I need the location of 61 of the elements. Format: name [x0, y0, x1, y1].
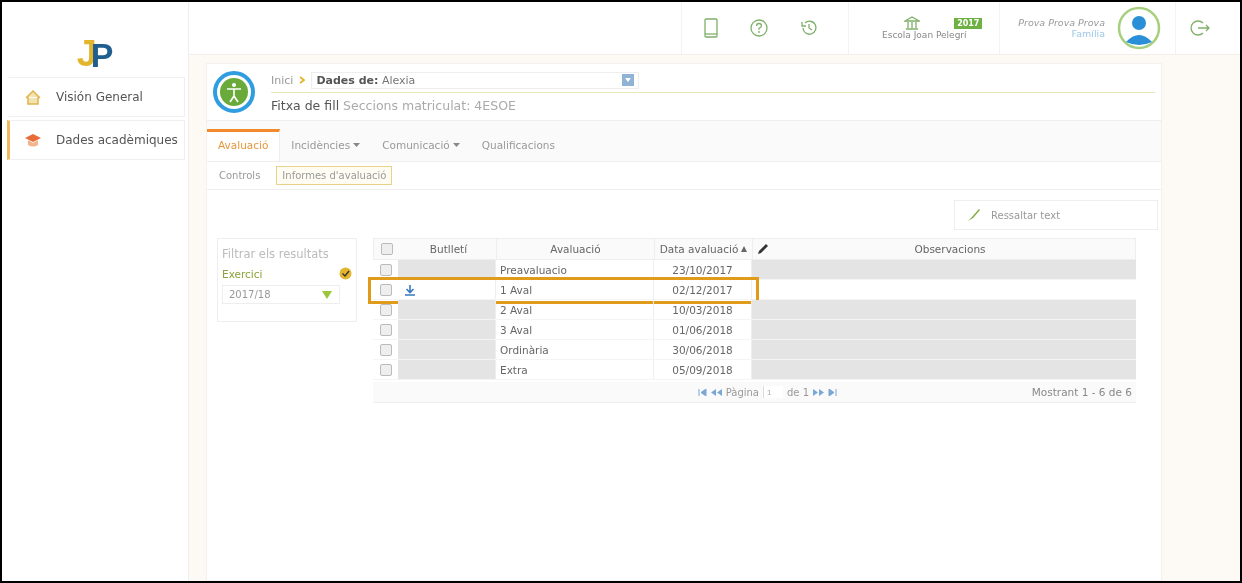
checkbox[interactable] [379, 263, 392, 276]
column-header[interactable]: Avaluació [497, 239, 655, 259]
column-header[interactable]: Butlletí [399, 239, 497, 259]
table-row[interactable]: Ordinària 30/06/2018 [373, 340, 1136, 360]
table-row[interactable]: 3 Aval 01/06/2018 [373, 320, 1136, 340]
table-cell: 1 Aval [496, 280, 654, 299]
first-page-icon[interactable] [697, 388, 707, 396]
logo: JP [76, 32, 114, 72]
building-icon [904, 16, 921, 30]
filter-title: Filtrar els resultats [222, 246, 330, 263]
year-select[interactable]: 2017/18 [222, 285, 340, 304]
logout-icon[interactable] [1190, 19, 1210, 37]
record-count: Mostrant 1 - 6 de 6 [1031, 386, 1133, 398]
page-title: Fitxa de fill Seccions matriculat: 4ESOE [271, 96, 517, 113]
student-select[interactable]: Dades de: Alexia [311, 71, 640, 89]
table-cell: Ordinària [496, 340, 654, 359]
checkbox[interactable] [380, 243, 393, 255]
user-name: Prova Prova Prova [1018, 17, 1105, 28]
table-cell: 2 Aval [496, 300, 654, 319]
sidebar-item[interactable]: Dades acadèmiques [7, 120, 185, 160]
sub-tab[interactable]: Informes d'avaluació [276, 166, 393, 185]
house-icon [24, 88, 42, 106]
field-label: Exercici [222, 267, 263, 280]
table-row[interactable]: Preavaluacio 23/10/2017 [373, 260, 1136, 280]
breadcrumb-link[interactable]: Inici [271, 73, 294, 87]
user-role: Família [1071, 28, 1105, 39]
table-row[interactable]: 2 Aval 10/03/2018 [373, 300, 1136, 320]
tablet-icon[interactable] [704, 18, 719, 38]
checkbox[interactable] [379, 363, 392, 376]
table-cell: 02/12/2017 [654, 280, 752, 299]
next-page-icon[interactable] [813, 388, 825, 396]
table-cell: Extra [496, 360, 654, 379]
table-cell: Preavaluacio [496, 260, 654, 279]
checkbox[interactable] [379, 283, 392, 296]
checkbox[interactable] [379, 343, 392, 356]
pencil-icon [757, 243, 769, 255]
help-icon[interactable] [750, 19, 769, 37]
dropdown-icon[interactable] [321, 289, 333, 300]
accessibility-icon [213, 71, 255, 113]
sub-tab[interactable]: Controls [213, 166, 267, 185]
column-header[interactable]: Data avaluació [655, 239, 753, 259]
previous-page-icon[interactable] [710, 388, 722, 396]
page-label: Pàgina [725, 386, 759, 398]
school-name: Escola Joan Pelegrí [882, 30, 967, 40]
avatar-icon[interactable] [1117, 6, 1161, 50]
checkbox[interactable] [379, 323, 392, 336]
history-icon[interactable] [800, 19, 819, 37]
table-row[interactable]: Extra 05/09/2018 [373, 360, 1136, 380]
highlight-text-button[interactable]: Ressaltar text [954, 200, 1158, 230]
sidebar-item[interactable]: Visión General [7, 77, 185, 117]
page-count: de 1 [787, 386, 810, 398]
checkbox[interactable] [379, 303, 392, 316]
download-icon[interactable] [404, 283, 416, 296]
chevron-icon [299, 76, 306, 84]
column-header[interactable]: Observacions [753, 239, 1135, 259]
last-page-icon[interactable] [828, 388, 838, 396]
table-cell: 3 Aval [496, 320, 654, 339]
year-badge: 2017 [954, 17, 983, 29]
sort-icon [741, 245, 748, 253]
graduation-cap-icon [24, 131, 42, 149]
dropdown-icon[interactable] [622, 74, 635, 86]
